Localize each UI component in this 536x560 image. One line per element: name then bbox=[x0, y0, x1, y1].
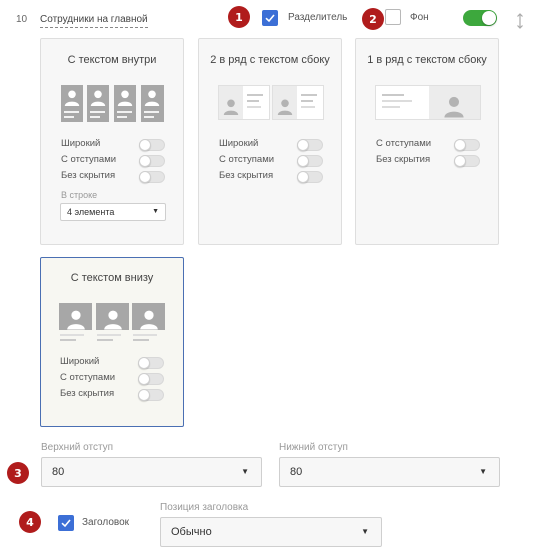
dropdown-arrow-icon: ▼ bbox=[361, 527, 369, 536]
layout-card-text-below[interactable]: С текстом внизу Широкий С отступами Без … bbox=[40, 257, 184, 427]
layout-card-two-per-row[interactable]: 2 в ряд с текстом сбоку Широкий С отступ… bbox=[198, 38, 342, 245]
checkmark-icon bbox=[61, 519, 71, 528]
option-padding-label: С отступами bbox=[61, 154, 117, 165]
divider-checkbox[interactable] bbox=[262, 10, 278, 26]
option-no-hide-toggle[interactable] bbox=[297, 171, 323, 183]
option-no-hide-toggle[interactable] bbox=[138, 389, 164, 401]
checkmark-icon bbox=[265, 14, 275, 23]
section-title[interactable]: Сотрудники на главной bbox=[40, 14, 148, 28]
option-padding-toggle[interactable] bbox=[454, 139, 480, 151]
per-row-caption: В строке bbox=[61, 190, 98, 200]
heading-position-select[interactable]: Обычно ▼ bbox=[160, 517, 382, 547]
layout-card-title: 2 в ряд с текстом сбоку bbox=[210, 54, 330, 66]
top-padding-value: 80 bbox=[52, 466, 65, 478]
option-wide-toggle[interactable] bbox=[138, 357, 164, 369]
option-wide-label: Широкий bbox=[61, 138, 101, 149]
block-enabled-toggle[interactable] bbox=[463, 10, 497, 26]
per-row-value: 4 элемента bbox=[67, 207, 115, 217]
heading-label: Заголовок bbox=[82, 517, 130, 528]
background-checkbox[interactable] bbox=[385, 9, 401, 25]
toggle-knob bbox=[482, 11, 496, 25]
option-wide-toggle[interactable] bbox=[297, 139, 323, 151]
annotation-marker-3: 3 bbox=[7, 462, 29, 484]
bottom-padding-caption: Нижний отступ bbox=[279, 442, 348, 453]
dropdown-arrow-icon: ▼ bbox=[152, 208, 159, 215]
layout-card-title: 1 в ряд с текстом сбоку bbox=[367, 54, 487, 66]
dropdown-arrow-icon: ▼ bbox=[241, 467, 249, 476]
layout-card-title: С текстом внутри bbox=[67, 54, 157, 66]
per-row-select[interactable]: 4 элемента ▼ bbox=[60, 203, 166, 221]
option-wide-toggle[interactable] bbox=[139, 139, 165, 151]
heading-checkbox[interactable] bbox=[58, 515, 74, 531]
dropdown-arrow-icon: ▼ bbox=[479, 467, 487, 476]
option-wide-label: Широкий bbox=[219, 138, 259, 149]
option-padding-label: С отступами bbox=[376, 138, 432, 149]
top-padding-select[interactable]: 80 ▼ bbox=[41, 457, 262, 487]
annotation-marker-4: 4 bbox=[19, 511, 41, 533]
option-no-hide-label: Без скрытия bbox=[60, 388, 115, 399]
layout-card-text-inside[interactable]: С текстом внутри Широкий С отступами Без… bbox=[40, 38, 184, 245]
layout-card-one-per-row[interactable]: 1 в ряд с текстом сбоку С отступами Без … bbox=[355, 38, 499, 245]
drag-handle-icon[interactable] bbox=[516, 13, 524, 31]
option-no-hide-label: Без скрытия bbox=[376, 154, 431, 165]
option-no-hide-toggle[interactable] bbox=[454, 155, 480, 167]
heading-position-value: Обычно bbox=[171, 526, 212, 538]
row-number: 10 bbox=[16, 14, 28, 25]
option-padding-toggle[interactable] bbox=[297, 155, 323, 167]
option-padding-label: С отступами bbox=[60, 372, 116, 383]
option-wide-label: Широкий bbox=[60, 356, 100, 367]
layout-card-title: С текстом внизу bbox=[70, 272, 154, 284]
divider-label: Разделитель bbox=[288, 12, 348, 23]
option-no-hide-toggle[interactable] bbox=[139, 171, 165, 183]
option-padding-toggle[interactable] bbox=[139, 155, 165, 167]
heading-position-caption: Позиция заголовка bbox=[160, 502, 249, 513]
annotation-marker-1: 1 bbox=[228, 6, 250, 28]
background-label: Фон bbox=[410, 12, 429, 23]
annotation-marker-2: 2 bbox=[362, 8, 384, 30]
option-padding-label: С отступами bbox=[219, 154, 275, 165]
option-no-hide-label: Без скрытия bbox=[61, 170, 116, 181]
option-padding-toggle[interactable] bbox=[138, 373, 164, 385]
bottom-padding-select[interactable]: 80 ▼ bbox=[279, 457, 500, 487]
bottom-padding-value: 80 bbox=[290, 466, 303, 478]
top-padding-caption: Верхний отступ bbox=[41, 442, 114, 453]
option-no-hide-label: Без скрытия bbox=[219, 170, 274, 181]
